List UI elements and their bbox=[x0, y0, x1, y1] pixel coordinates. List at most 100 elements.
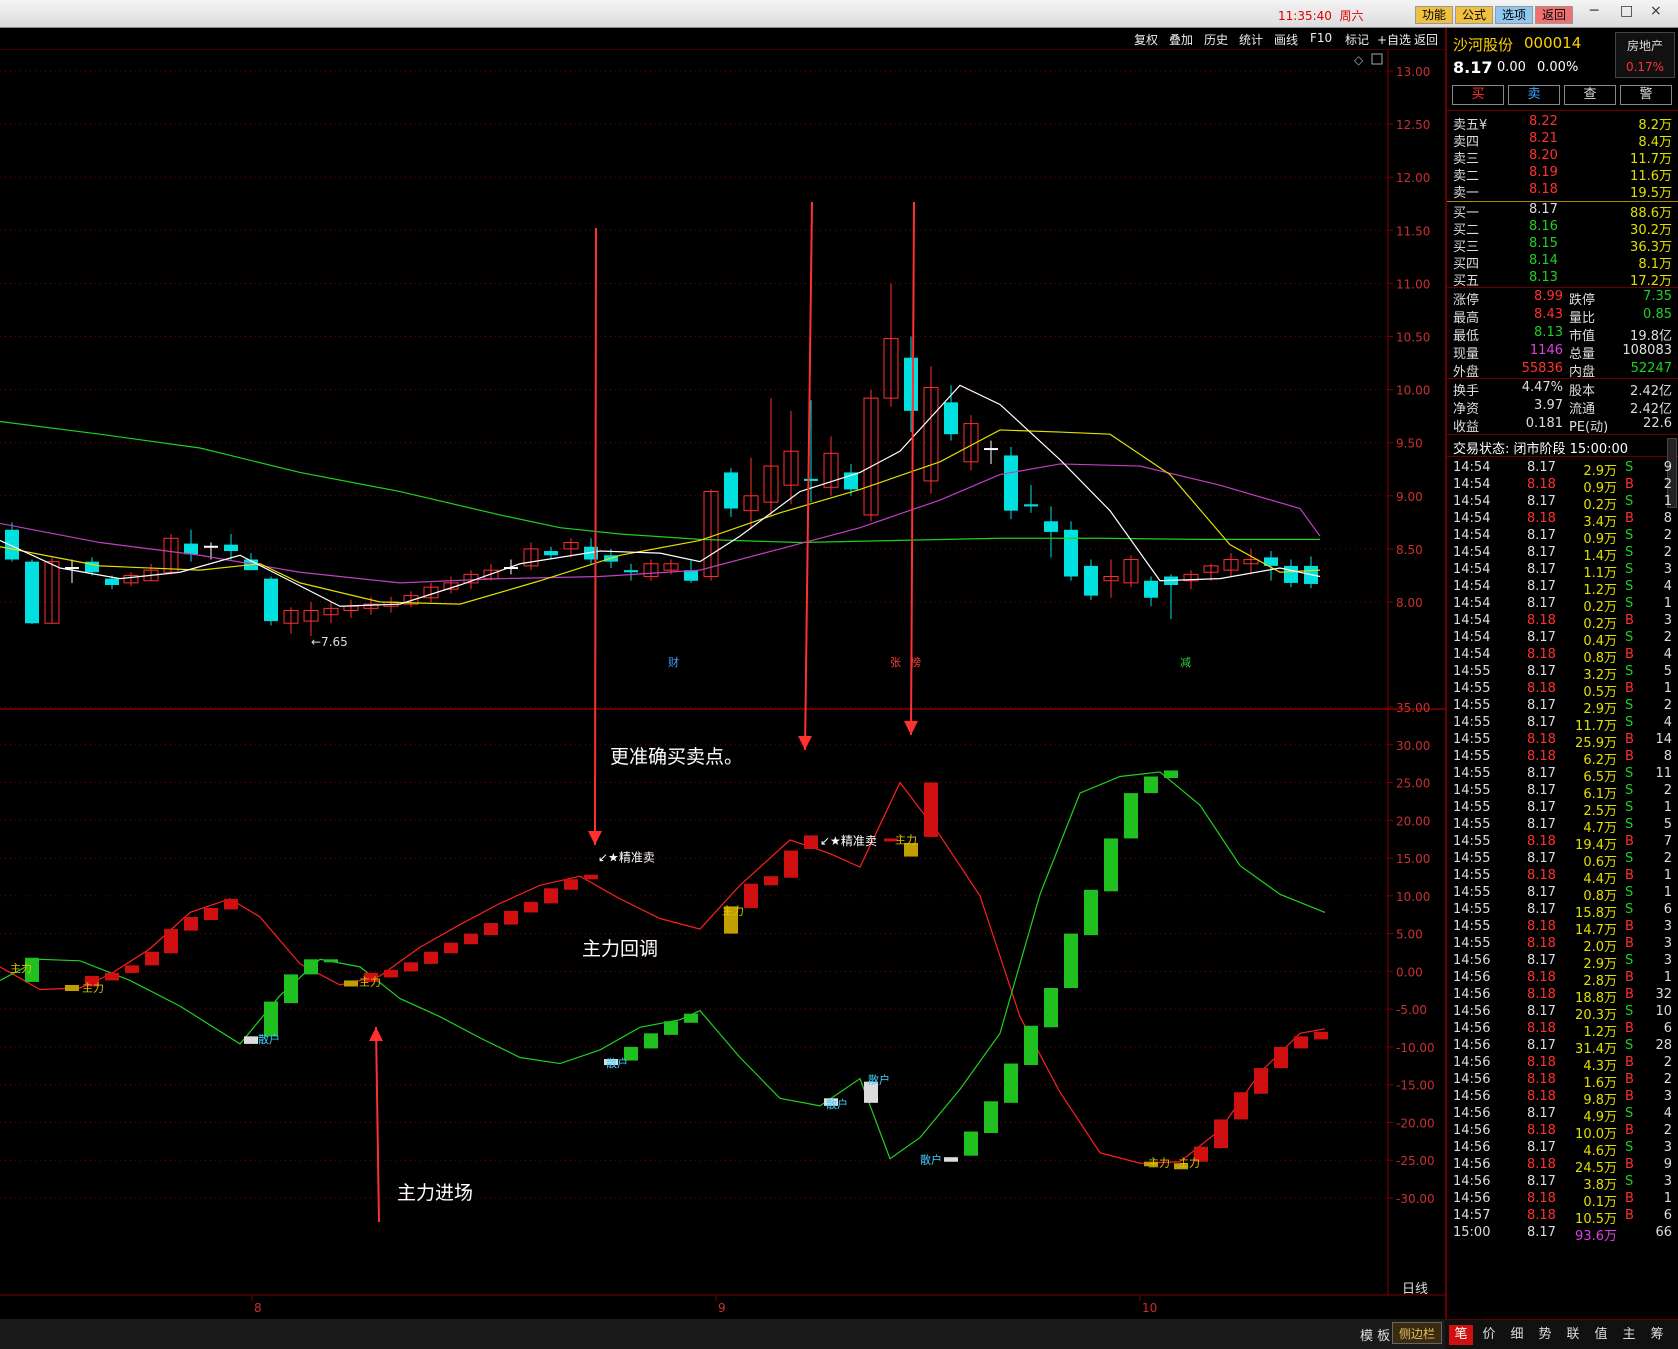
back-button[interactable]: 返回 bbox=[1414, 31, 1438, 48]
sanhu-tag: 散户 bbox=[868, 1073, 890, 1087]
tick-time: 14:55 bbox=[1453, 851, 1491, 866]
tick-price: 8.17 bbox=[1527, 1140, 1556, 1155]
tick-row: 14:54 8.17 0.2万 S 1 bbox=[1447, 494, 1678, 513]
tick-side: B bbox=[1625, 1123, 1634, 1138]
tick-price: 8.18 bbox=[1527, 987, 1556, 1002]
panel-tab[interactable]: 势 bbox=[1533, 1325, 1557, 1345]
tick-time: 14:56 bbox=[1453, 1140, 1491, 1155]
panel-tab[interactable]: 笔 bbox=[1449, 1325, 1473, 1345]
alert-button[interactable]: 警 bbox=[1620, 85, 1672, 105]
fuquan-button[interactable]: 复权 bbox=[1134, 31, 1158, 48]
tick-time: 14:56 bbox=[1453, 1157, 1491, 1172]
sell-button[interactable]: 卖 bbox=[1508, 85, 1560, 105]
tick-row: 14:55 8.17 6.1万 S 2 bbox=[1447, 783, 1678, 802]
tick-row: 14:55 8.17 11.7万 S 4 bbox=[1447, 715, 1678, 734]
indicator-bar bbox=[1274, 1046, 1288, 1069]
tick-time: 14:55 bbox=[1453, 732, 1491, 747]
bid-row: 买五 8.13 17.2万 bbox=[1447, 270, 1678, 289]
candle-body bbox=[184, 543, 198, 555]
query-button[interactable]: 查 bbox=[1564, 85, 1616, 105]
sector-box[interactable]: 房地产 0.17% bbox=[1615, 32, 1675, 78]
maximize-icon[interactable]: □ bbox=[1620, 3, 1633, 19]
tick-price: 8.18 bbox=[1527, 681, 1556, 696]
stat-label: 量比 bbox=[1569, 311, 1596, 326]
indicator-bar bbox=[264, 1001, 278, 1037]
tick-row: 14:55 8.18 6.2万 B 8 bbox=[1447, 749, 1678, 768]
tick-time: 14:56 bbox=[1453, 1089, 1491, 1104]
function-button[interactable]: 功能 bbox=[1415, 6, 1453, 24]
bid-row: 买二 8.16 30.2万 bbox=[1447, 219, 1678, 238]
tick-price: 8.18 bbox=[1527, 1123, 1556, 1138]
indicator-tick-label: 30.00 bbox=[1396, 739, 1430, 753]
indicator-bar bbox=[344, 980, 358, 987]
tick-price: 8.18 bbox=[1527, 936, 1556, 951]
ask-price: 8.22 bbox=[1529, 114, 1558, 129]
formula-button[interactable]: 公式 bbox=[1455, 6, 1493, 24]
zhuli-tag: 主力 bbox=[10, 962, 32, 975]
tick-time: 14:54 bbox=[1453, 494, 1491, 509]
tick-price: 8.18 bbox=[1527, 511, 1556, 526]
tick-price: 8.17 bbox=[1527, 664, 1556, 679]
mark-button[interactable]: 标记 bbox=[1345, 31, 1369, 48]
stat-row: 收益 0.181 PE(动) 22.6 bbox=[1447, 416, 1678, 435]
tick-row: 14:55 8.17 2.9万 S 2 bbox=[1447, 698, 1678, 717]
tick-price: 8.18 bbox=[1527, 1191, 1556, 1206]
panel-tab[interactable]: 价 bbox=[1477, 1325, 1501, 1345]
buy-button[interactable]: 买 bbox=[1452, 85, 1504, 105]
tick-side: B bbox=[1625, 1157, 1634, 1172]
stat-value: 19.8亿 bbox=[1630, 329, 1672, 344]
tick-count: 1 bbox=[1663, 681, 1672, 696]
tick-price: 8.18 bbox=[1527, 613, 1556, 628]
tick-row: 14:54 8.18 3.4万 B 8 bbox=[1447, 511, 1678, 530]
panel-tab[interactable]: 筹 bbox=[1645, 1325, 1669, 1345]
candle-body bbox=[224, 544, 238, 552]
candle-body bbox=[1044, 521, 1058, 532]
ask-volume: 19.5万 bbox=[1630, 186, 1672, 201]
panel-tab[interactable]: 主 bbox=[1617, 1325, 1641, 1345]
tick-price: 8.17 bbox=[1527, 885, 1556, 900]
panel-tab[interactable]: 值 bbox=[1589, 1325, 1613, 1345]
stats-button[interactable]: 统计 bbox=[1239, 31, 1263, 48]
f10-button[interactable]: F10 bbox=[1310, 31, 1332, 45]
tick-side: B bbox=[1625, 1072, 1634, 1087]
history-button[interactable]: 历史 bbox=[1204, 31, 1228, 48]
add-watchlist-button[interactable]: +自选 bbox=[1377, 31, 1411, 48]
price-tick-label: 9.00 bbox=[1396, 490, 1423, 504]
sanhu-tag: 散户 bbox=[920, 1153, 942, 1167]
chart-area[interactable]: ←7.65财张榜减 主力主力 主力主力主力主力 主力散户散户散户散户散户↙★精准卖↙… bbox=[0, 50, 1445, 1319]
tick-time: 14:57 bbox=[1453, 1208, 1491, 1223]
tick-time: 14:55 bbox=[1453, 715, 1491, 730]
tick-count: 1 bbox=[1663, 494, 1672, 509]
draw-line-button[interactable]: 画线 bbox=[1274, 31, 1298, 48]
month-label: 9 bbox=[718, 1301, 726, 1315]
options-button[interactable]: 选项 bbox=[1495, 6, 1533, 24]
zhuli-tag: 主力 bbox=[1148, 1157, 1170, 1170]
panel-tab[interactable]: 细 bbox=[1505, 1325, 1529, 1345]
panel-tab[interactable]: 联 bbox=[1561, 1325, 1585, 1345]
tick-time: 14:56 bbox=[1453, 1106, 1491, 1121]
close-icon[interactable]: × bbox=[1650, 3, 1662, 19]
indicator-bar bbox=[1104, 838, 1118, 892]
panel-divider bbox=[1447, 434, 1678, 435]
stat-row: 换手 4.47% 股本 2.42亿 bbox=[1447, 380, 1678, 399]
tick-price: 8.18 bbox=[1527, 834, 1556, 849]
sidebar-toggle[interactable]: 侧边栏 bbox=[1392, 1322, 1442, 1344]
ask-row: 卖二 8.19 11.6万 bbox=[1447, 165, 1678, 184]
back-top-button[interactable]: 返回 bbox=[1535, 6, 1573, 24]
tick-row: 14:54 8.18 0.8万 B 4 bbox=[1447, 647, 1678, 666]
tick-price: 8.17 bbox=[1527, 851, 1556, 866]
minimize-icon[interactable]: ─ bbox=[1590, 3, 1598, 19]
tick-row: 14:56 8.17 3.8万 S 3 bbox=[1447, 1174, 1678, 1193]
tick-count: 1 bbox=[1663, 1191, 1672, 1206]
tick-side: S bbox=[1625, 766, 1634, 781]
indicator-bar bbox=[184, 916, 198, 931]
tick-price: 8.17 bbox=[1527, 783, 1556, 798]
tick-side: B bbox=[1625, 1208, 1634, 1223]
tick-row: 14:55 8.17 4.7万 S 5 bbox=[1447, 817, 1678, 836]
tick-count: 6 bbox=[1663, 1021, 1672, 1036]
template-button[interactable]: 模 板 bbox=[1360, 1325, 1390, 1344]
tick-side: B bbox=[1625, 1021, 1634, 1036]
overlay-button[interactable]: 叠加 bbox=[1169, 31, 1193, 48]
tick-count: 3 bbox=[1663, 1174, 1672, 1189]
signal-label: ↙★精准卖 bbox=[820, 834, 877, 848]
